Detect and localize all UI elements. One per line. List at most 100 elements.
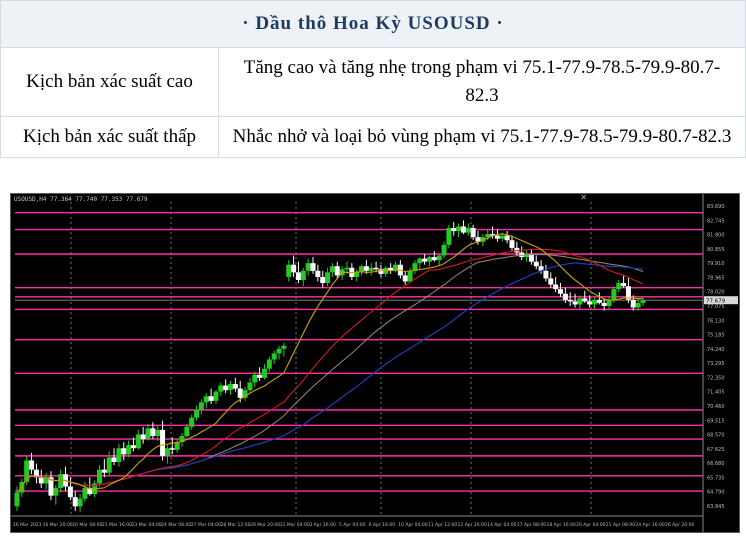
y-tick-label: 76.130 — [707, 318, 725, 324]
y-tick-label: 65.735 — [707, 475, 725, 481]
candle-body — [218, 385, 224, 392]
candle-body — [67, 486, 73, 498]
x-tick-label: 23 Mar 04:00 — [132, 522, 162, 528]
candle-body — [135, 434, 141, 449]
candle-body — [504, 235, 510, 241]
candle-body — [363, 266, 369, 271]
y-tick-label: 68.570 — [707, 433, 725, 439]
candle-body — [567, 299, 573, 302]
x-tick-label: 20 Apr 04:00 — [576, 522, 605, 528]
candle-body — [543, 270, 549, 279]
candle-body — [126, 445, 132, 455]
candle-body — [378, 269, 384, 274]
candle-body — [169, 448, 175, 450]
candle-body — [562, 293, 568, 300]
candle-body — [53, 488, 59, 496]
y-tick-label: 80.855 — [707, 247, 725, 253]
x-tick-label: 31 Mar 04:00 — [280, 522, 310, 528]
candle-body — [320, 276, 326, 284]
candle-body — [29, 460, 35, 470]
candle-body — [160, 429, 166, 456]
candle-body — [509, 240, 515, 248]
y-tick-label: 75.185 — [707, 333, 725, 339]
chart-canvas[interactable]: 83.690 82.745 81.800 80.855 79.910 78.965 78.0… — [11, 194, 739, 532]
candle-body — [208, 396, 214, 401]
candle-body — [533, 261, 539, 267]
y-tick-label: 74.240 — [707, 347, 725, 353]
y-tick-label: 78.020 — [707, 290, 725, 296]
candle-body — [587, 301, 593, 305]
candle-body — [460, 226, 466, 233]
x-tick-label: 21 Mar 16:00 — [102, 522, 132, 528]
x-tick-label: 26 Apr 20:00 — [665, 522, 694, 528]
candle-body — [621, 283, 627, 287]
y-tick-label: 73.295 — [707, 361, 725, 367]
candle-body — [591, 299, 597, 305]
table-row: Kịch bản xác suất thấp Nhắc nhở và loại … — [0, 116, 746, 158]
candle-body — [155, 429, 161, 436]
candle-body — [189, 417, 195, 427]
candle-body — [14, 492, 20, 507]
candle-body — [106, 457, 112, 473]
candle-body — [247, 382, 253, 391]
candle-body — [198, 402, 204, 410]
candle-body — [630, 299, 636, 308]
candle-body — [257, 374, 263, 378]
y-tick-label: 82.745 — [707, 218, 725, 224]
x-tick-label: 21 Apr 08:00 — [606, 522, 635, 528]
candle-body — [305, 263, 311, 271]
y-tick-label: 81.800 — [707, 233, 725, 239]
candle-body — [407, 270, 413, 282]
candle-body — [116, 448, 122, 462]
candle-body — [38, 477, 44, 484]
chart-symbol-header: USOUSD,H4 77.364 77.740 77.353 77.679 — [14, 196, 148, 203]
current-price-label: 77.679 — [706, 299, 726, 305]
candle-body — [553, 284, 559, 290]
x-tick-label: 20 Mar 08:00 — [72, 522, 102, 528]
candle-body — [640, 300, 646, 303]
candle-body — [271, 353, 277, 360]
x-tick-label: 10 Apr 04:00 — [398, 522, 427, 528]
candle-body — [295, 272, 301, 280]
candle-body — [611, 289, 617, 300]
x-tick-label: 16 Mar 20:00 — [43, 522, 73, 528]
y-tick-label: 83.690 — [707, 204, 725, 210]
scenario-value: Nhắc nhở và loại bỏ vùng phạm vi 75.1-77… — [218, 116, 746, 158]
x-tick-label: 11 Apr 12:00 — [428, 522, 457, 528]
price-chart[interactable]: 83.690 82.745 81.800 80.855 79.910 78.965 78.0… — [10, 193, 740, 533]
candle-body — [213, 391, 219, 401]
candle-body — [572, 301, 578, 305]
x-tick-label: 18 Apr 16:00 — [546, 522, 575, 528]
close-icon[interactable]: ✕ — [580, 193, 587, 202]
candle-body — [310, 263, 316, 271]
candle-body — [82, 488, 88, 499]
table-title: · Dầu thô Hoa Kỳ USOUSD · — [0, 0, 746, 48]
scenario-value: Tăng cao và tăng nhẹ trong phạm vi 75.1-… — [218, 47, 746, 117]
candle-body — [58, 474, 64, 488]
candle-body — [494, 235, 500, 239]
candle-body — [354, 272, 360, 277]
candle-body — [325, 272, 331, 284]
candle-body — [436, 255, 442, 261]
scenario-label: Kịch bản xác suất thấp — [0, 116, 219, 158]
candle-body — [558, 289, 564, 294]
candle-body — [451, 228, 457, 232]
candle-body — [101, 469, 107, 473]
y-tick-label: 78.965 — [707, 275, 725, 281]
candle-body — [228, 384, 234, 391]
x-tick-label: 5 Apr 04:00 — [339, 522, 366, 528]
candle-body — [601, 302, 607, 306]
candle-body — [232, 384, 238, 389]
y-tick-label: 77.075 — [707, 304, 725, 310]
y-tick-label: 67.625 — [707, 447, 725, 453]
y-tick-label: 79.910 — [707, 261, 725, 267]
y-tick-label: 63.845 — [707, 504, 725, 510]
x-tick-label: 3 Apr 16:00 — [309, 522, 336, 528]
candle-body — [431, 257, 437, 261]
candle-body — [456, 226, 462, 232]
candle-body — [441, 244, 447, 256]
candle-body — [96, 469, 102, 484]
candle-body — [344, 267, 350, 270]
x-tick-label: 16 Mar 2023 — [13, 522, 42, 528]
y-tick-label: 72.350 — [707, 375, 725, 381]
